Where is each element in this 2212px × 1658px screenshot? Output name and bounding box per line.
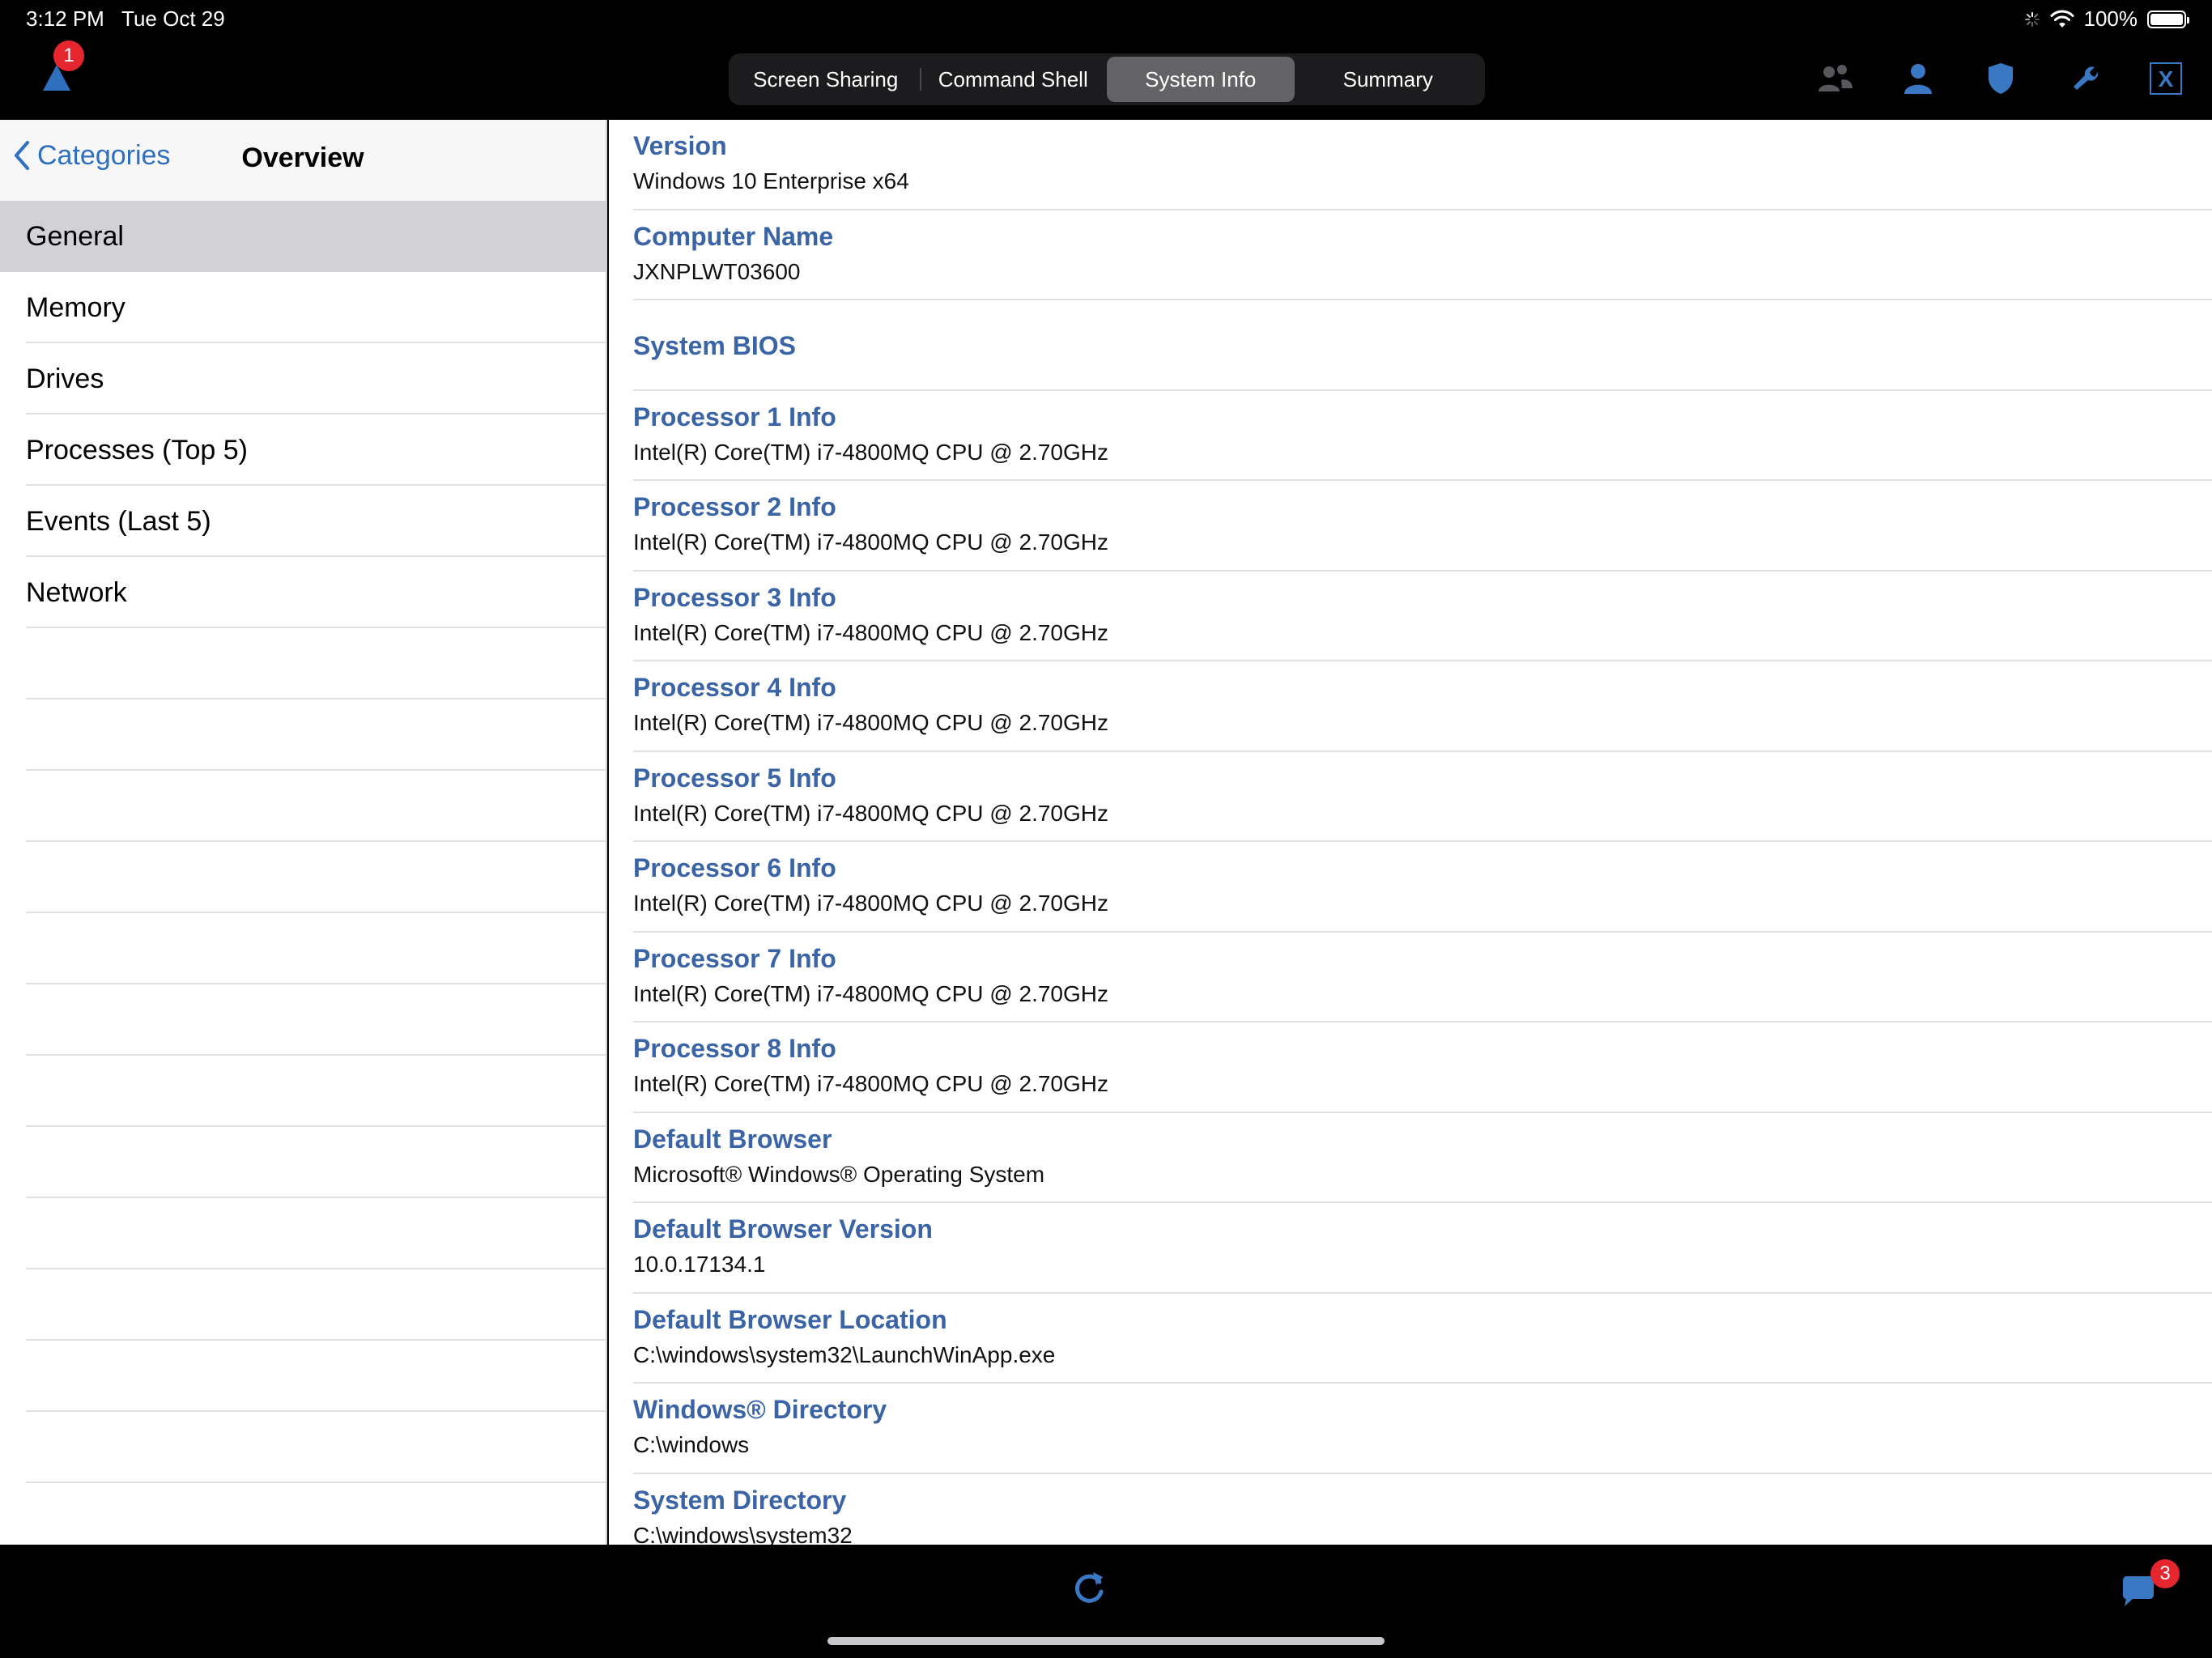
activity-spinner-icon xyxy=(2024,11,2040,27)
info-row: Version Windows 10 Enterprise x64 xyxy=(609,120,2212,210)
list-item-empty xyxy=(0,1483,606,1554)
info-label: Processor 5 Info xyxy=(633,763,836,793)
list-item-empty xyxy=(0,1412,606,1483)
info-label: Windows® Directory xyxy=(633,1395,887,1424)
list-item-empty xyxy=(0,842,606,913)
users-icon[interactable] xyxy=(1815,58,1856,99)
info-label: Processor 1 Info xyxy=(633,402,836,432)
sidebar-item-memory[interactable]: Memory xyxy=(0,272,606,343)
info-row: Processor 3 Info Intel(R) Core(TM) i7-480… xyxy=(609,572,2212,662)
info-value: Intel(R) Core(TM) i7-4800MQ CPU @ 2.70GH… xyxy=(633,619,1109,645)
info-value: C:\windows\system32\LaunchWinApp.exe xyxy=(633,1341,1056,1367)
sidebar-item-processes[interactable]: Processes (Top 5) xyxy=(0,414,606,486)
info-row: Processor 7 Info Intel(R) Core(TM) i7-480… xyxy=(609,933,2212,1023)
category-sidebar: Categories Overview General Memory Drive… xyxy=(0,120,607,1554)
info-label: Version xyxy=(633,131,727,160)
list-item-empty xyxy=(0,913,606,984)
sidebar-item-events[interactable]: Events (Last 5) xyxy=(0,486,606,557)
tab-system-info[interactable]: System Info xyxy=(1107,57,1295,102)
info-row: Computer Name JXNPLWT03600 xyxy=(609,210,2212,301)
system-info-details: Version Windows 10 Enterprise x64 Computer… xyxy=(609,120,2212,1545)
shield-icon[interactable] xyxy=(1980,58,2021,99)
info-value: 10.0.17134.1 xyxy=(633,1252,766,1277)
info-row: Windows® Directory C:\windows xyxy=(609,1384,2212,1474)
view-segmented-control: Screen Sharing Command Shell System Info… xyxy=(729,53,1485,105)
status-time: 3:12 PM Tue Oct 29 xyxy=(26,6,225,32)
refresh-icon[interactable] xyxy=(1070,1567,1108,1608)
info-value: Intel(R) Core(TM) i7-4800MQ CPU @ 2.70GH… xyxy=(633,529,1109,555)
info-value: Microsoft® Windows® Operating System xyxy=(633,1161,1045,1187)
info-value: JXNPLWT03600 xyxy=(633,258,801,284)
tab-screen-sharing[interactable]: Screen Sharing xyxy=(732,57,920,102)
info-label: System Directory xyxy=(633,1485,847,1515)
info-value: Intel(R) Core(TM) i7-4800MQ CPU @ 2.70GH… xyxy=(633,800,1109,826)
sidebar-title: Overview xyxy=(241,142,364,173)
info-row: Default Browser Version 10.0.17134.1 xyxy=(609,1203,2212,1294)
info-label: Processor 3 Info xyxy=(633,582,836,612)
info-label: Default Browser Version xyxy=(633,1214,933,1244)
info-row: Processor 2 Info Intel(R) Core(TM) i7-480… xyxy=(609,481,2212,572)
info-row: Processor 4 Info Intel(R) Core(TM) i7-480… xyxy=(609,661,2212,752)
home-indicator xyxy=(827,1637,1385,1645)
category-list: General Memory Drives Processes (Top 5) … xyxy=(0,201,606,1554)
list-item-empty xyxy=(0,771,606,842)
info-value: Windows 10 Enterprise x64 xyxy=(633,168,909,193)
list-item-empty xyxy=(0,628,606,699)
info-label: Processor 4 Info xyxy=(633,673,836,702)
list-item-empty xyxy=(0,699,606,771)
battery-icon xyxy=(2147,10,2189,28)
list-item-empty xyxy=(0,984,606,1056)
info-row: System BIOS xyxy=(609,300,2212,391)
toolbar-actions: X xyxy=(1815,58,2186,99)
info-label: Processor 2 Info xyxy=(633,492,836,521)
info-value: Intel(R) Core(TM) i7-4800MQ CPU @ 2.70GH… xyxy=(633,980,1109,1006)
info-label: Default Browser xyxy=(633,1124,832,1154)
top-bar: 3:12 PM Tue Oct 29 100% 1 Screen Sharing… xyxy=(0,0,2212,120)
info-row: Default Browser Microsoft® Windows® Opera… xyxy=(609,1113,2212,1204)
info-row: System Directory C:\windows\system32 xyxy=(609,1474,2212,1545)
tab-command-shell[interactable]: Command Shell xyxy=(919,57,1108,102)
status-clock: 3:12 PM xyxy=(26,6,104,31)
info-label: Processor 7 Info xyxy=(633,943,836,973)
close-x-label: X xyxy=(2159,66,2174,91)
info-row: Processor 8 Info Intel(R) Core(TM) i7-480… xyxy=(609,1022,2212,1113)
list-item-empty xyxy=(0,1341,606,1412)
chat-badge: 3 xyxy=(2150,1559,2180,1588)
sidebar-header: Categories Overview xyxy=(0,120,606,201)
wifi-icon xyxy=(2050,10,2074,28)
battery-percent: 100% xyxy=(2083,6,2138,31)
alert-badge: 1 xyxy=(53,40,84,71)
info-value: Intel(R) Core(TM) i7-4800MQ CPU @ 2.70GH… xyxy=(633,710,1109,735)
info-value: C:\windows xyxy=(633,1432,750,1457)
sidebar-item-drives[interactable]: Drives xyxy=(0,343,606,414)
info-row: Processor 1 Info Intel(R) Core(TM) i7-480… xyxy=(609,391,2212,482)
info-row: Default Browser Location C:\windows\syste… xyxy=(609,1294,2212,1384)
info-label: Default Browser Location xyxy=(633,1304,947,1334)
info-label: Processor 8 Info xyxy=(633,1034,836,1063)
list-item-empty xyxy=(0,1056,606,1127)
bottom-bar: 3 xyxy=(0,1545,2212,1658)
sidebar-item-general[interactable]: General xyxy=(0,201,606,272)
close-x-icon[interactable]: X xyxy=(2146,58,2186,99)
info-value: C:\windows\system32 xyxy=(633,1522,853,1545)
sidebar-item-network[interactable]: Network xyxy=(0,557,606,628)
list-item-empty xyxy=(0,1198,606,1269)
info-label: Computer Name xyxy=(633,221,834,251)
info-label: Processor 6 Info xyxy=(633,853,836,882)
list-item-empty xyxy=(0,1269,606,1341)
status-date: Tue Oct 29 xyxy=(121,6,225,31)
info-row: Processor 6 Info Intel(R) Core(TM) i7-480… xyxy=(609,842,2212,933)
info-value: Intel(R) Core(TM) i7-4800MQ CPU @ 2.70GH… xyxy=(633,891,1109,916)
info-value: Intel(R) Core(TM) i7-4800MQ CPU @ 2.70GH… xyxy=(633,1071,1109,1096)
info-value: Intel(R) Core(TM) i7-4800MQ CPU @ 2.70GH… xyxy=(633,439,1109,465)
info-label: System BIOS xyxy=(633,330,796,360)
status-indicators: 100% xyxy=(2024,6,2189,32)
tab-summary[interactable]: Summary xyxy=(1295,57,1482,102)
list-item-empty xyxy=(0,1127,606,1198)
user-icon[interactable] xyxy=(1898,58,1938,99)
battery-fill xyxy=(2150,13,2183,25)
wrench-icon[interactable] xyxy=(2063,58,2104,99)
info-row: Processor 5 Info Intel(R) Core(TM) i7-480… xyxy=(609,752,2212,843)
